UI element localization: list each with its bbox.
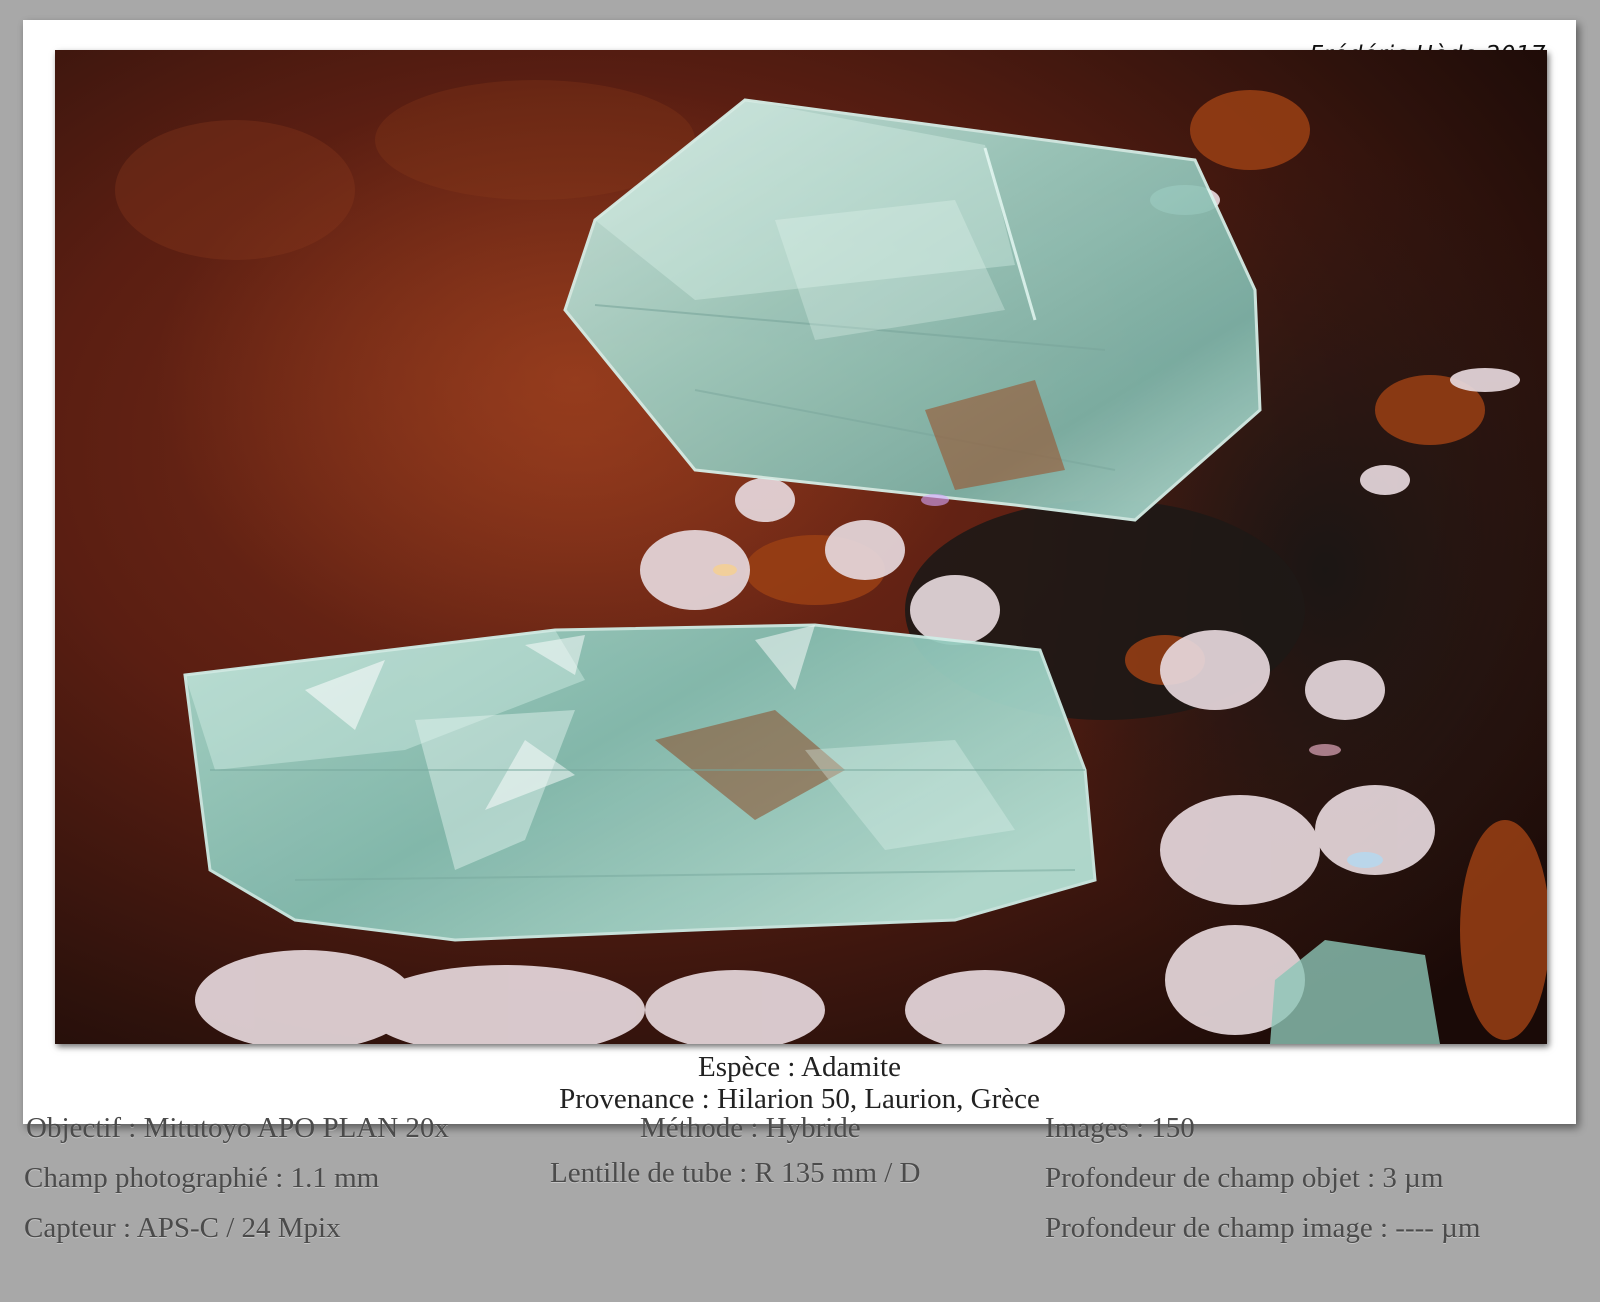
- mineral-photo: [55, 50, 1547, 1044]
- field-label: Champ photographié : 1.1 mm: [24, 1162, 380, 1194]
- images-label: Images : 150: [1045, 1112, 1195, 1144]
- dof-image-label: Profondeur de champ image : ---- µm: [1045, 1212, 1481, 1244]
- lower-crystal: [183, 623, 1097, 942]
- gray-frame: Frédéric Hède 2017: [0, 0, 1600, 1302]
- origin-caption: Provenance : Hilarion 50, Laurion, Grèce: [559, 1083, 1040, 1115]
- objective-label: Objectif : Mitutoyo APO PLAN 20x: [26, 1112, 449, 1144]
- species-caption: Espèce : Adamite: [698, 1051, 901, 1083]
- method-label: Méthode : Hybride: [640, 1112, 861, 1144]
- dof-object-label: Profondeur de champ objet : 3 µm: [1045, 1162, 1444, 1194]
- sensor-label: Capteur : APS-C / 24 Mpix: [24, 1212, 341, 1244]
- photo-card: Frédéric Hède 2017: [23, 20, 1576, 1124]
- tube-lens-label: Lentille de tube : R 135 mm / D: [550, 1157, 921, 1189]
